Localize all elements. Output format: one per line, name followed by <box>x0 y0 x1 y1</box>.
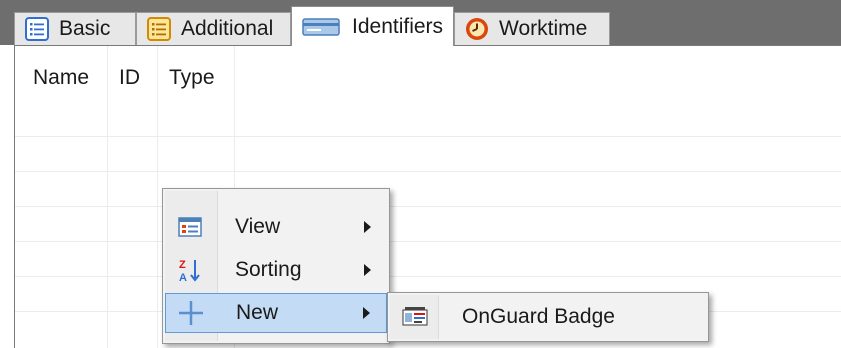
tab-worktime-label: Worktime <box>499 17 588 40</box>
tab-additional[interactable]: Additional <box>136 12 291 45</box>
menu-item-sorting[interactable]: Z A Sorting <box>165 250 387 290</box>
row-divider <box>15 241 841 242</box>
tab-identifiers-label: Identifiers <box>352 14 444 38</box>
tab-identifiers[interactable]: Identifiers <box>291 6 454 46</box>
submenu-new: OnGuard Badge <box>387 292 709 342</box>
context-menu: View Z A Sorting New <box>162 188 390 344</box>
menu-item-view[interactable]: View <box>165 207 387 247</box>
column-header-type[interactable]: Type <box>169 66 215 90</box>
plus-icon <box>178 300 204 326</box>
menu-item-new-label: New <box>236 301 279 324</box>
column-header-name[interactable]: Name <box>33 66 89 90</box>
clock-icon <box>465 17 489 41</box>
submenu-arrow-icon <box>364 221 371 233</box>
menu-item-new[interactable]: New <box>165 293 387 333</box>
submenu-arrow-icon <box>363 307 370 319</box>
sort-az-icon: Z A <box>177 257 203 283</box>
column-header-id[interactable]: ID <box>119 66 140 90</box>
row-divider <box>15 136 841 137</box>
column-divider <box>157 46 158 348</box>
tab-worktime[interactable]: Worktime <box>454 12 610 45</box>
row-divider <box>15 276 841 277</box>
card-icon <box>302 17 340 36</box>
row-divider <box>15 206 841 207</box>
list-yellow-icon <box>147 17 171 41</box>
row-divider <box>15 171 841 172</box>
tab-bar: Basic Additional Identifiers Worktime <box>0 0 841 46</box>
menu-item-onguard-badge[interactable]: OnGuard Badge <box>390 297 706 337</box>
tab-additional-label: Additional <box>181 17 274 40</box>
column-divider <box>107 46 108 348</box>
badge-icon <box>402 304 428 330</box>
tab-basic-label: Basic <box>59 17 111 40</box>
svg-text:Z: Z <box>179 259 186 271</box>
menu-item-sorting-label: Sorting <box>235 258 302 281</box>
svg-text:A: A <box>179 272 187 283</box>
menu-item-view-label: View <box>235 215 281 238</box>
list-icon <box>25 17 49 41</box>
view-icon <box>177 214 203 240</box>
menu-item-onguard-badge-label: OnGuard Badge <box>462 305 615 328</box>
tab-basic[interactable]: Basic <box>14 12 136 45</box>
submenu-arrow-icon <box>364 264 371 276</box>
